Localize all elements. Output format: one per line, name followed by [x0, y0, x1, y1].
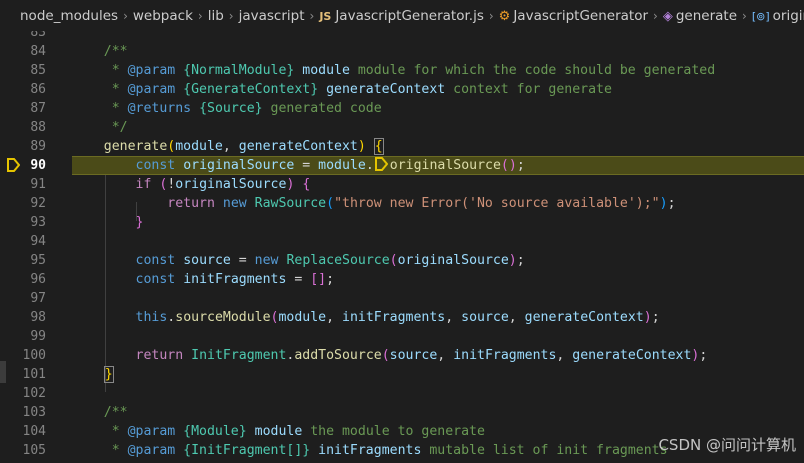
line-number: 90: [30, 158, 46, 173]
code-line[interactable]: 95 const source = new ReplaceSource(orig…: [0, 251, 804, 270]
line-number: 105: [22, 443, 46, 458]
code-line-current[interactable]: 90 const originalSource = module. origina…: [0, 156, 804, 175]
code-line[interactable]: 92 return new RawSource("throw new Error…: [0, 194, 804, 213]
breadcrumb-item-javascript[interactable]: javascript: [239, 8, 305, 24]
line-number: 99: [30, 329, 46, 344]
code-text: * @param {Module} module the module to g…: [72, 424, 485, 439]
code-line[interactable]: 93 }: [0, 213, 804, 232]
line-number: 85: [30, 63, 46, 78]
code-line[interactable]: 83: [0, 31, 804, 42]
line-number: 100: [22, 348, 46, 363]
chevron-right-icon: ›: [742, 9, 747, 23]
code-text: */: [72, 120, 128, 135]
breadcrumb-method-label: generate: [675, 8, 738, 24]
code-text: const initFragments = [];: [135, 272, 335, 287]
chevron-right-icon: ›: [197, 9, 203, 23]
code-text: * @returns {Source} generated code: [72, 101, 382, 116]
code-line[interactable]: 91 if (!originalSource) {: [0, 175, 804, 194]
breadcrumb-item-class[interactable]: ⚙ JavascriptGenerator: [499, 8, 648, 24]
code-line[interactable]: 85 * @param {NormalModule} module module…: [0, 61, 804, 80]
method-symbol-icon: ◈: [662, 9, 673, 24]
code-text: * @param {NormalModule} module module fo…: [72, 63, 716, 78]
variable-symbol-icon: [⊚]: [751, 10, 770, 23]
code-line[interactable]: 103 /**: [0, 403, 804, 422]
code-line[interactable]: 88 */: [0, 118, 804, 137]
code-line[interactable]: 94: [0, 232, 804, 251]
code-text: * @param {GenerateContext} generateConte…: [72, 82, 612, 97]
line-number: 87: [30, 101, 46, 116]
code-editor[interactable]: 83 84 /** 85 * @param {NormalModule} mod…: [0, 31, 804, 463]
code-text: }: [103, 366, 114, 383]
chevron-right-icon: ›: [309, 9, 315, 23]
code-text: * @param {InitFragment[]} initFragments …: [72, 443, 668, 458]
breadcrumb-item-lib[interactable]: lib: [208, 8, 224, 24]
breadcrumb-item-method[interactable]: ◈ generate: [663, 8, 737, 24]
code-text: const originalSource = module. originalSo…: [135, 157, 525, 173]
code-text: /**: [72, 405, 128, 420]
line-number: 97: [30, 291, 46, 306]
code-text: this.sourceModule(module, initFragments,…: [135, 310, 660, 325]
class-symbol-icon: ⚙: [498, 9, 511, 24]
line-number: 96: [30, 272, 46, 287]
breadcrumb-file-label: JavascriptGenerator.js: [335, 8, 484, 24]
line-number: 101: [22, 367, 46, 382]
js-file-icon: JS: [319, 10, 332, 23]
breadcrumb-item-file[interactable]: JS JavascriptGenerator.js: [319, 8, 484, 24]
chevron-right-icon: ›: [653, 9, 658, 23]
line-number: 94: [30, 234, 46, 249]
line-number: 95: [30, 253, 46, 268]
code-line[interactable]: 99: [0, 327, 804, 346]
code-line[interactable]: 100 return InitFragment.addToSource(sour…: [0, 346, 804, 365]
code-line[interactable]: 84 /**: [0, 42, 804, 61]
code-line[interactable]: 97: [0, 289, 804, 308]
code-line[interactable]: 86 * @param {GenerateContext} generateCo…: [0, 80, 804, 99]
line-number: 103: [22, 405, 46, 420]
line-number: 88: [30, 120, 46, 135]
code-line[interactable]: 87 * @returns {Source} generated code: [0, 99, 804, 118]
line-number: 92: [30, 196, 46, 211]
line-number: 104: [22, 424, 46, 439]
line-number: 91: [30, 177, 46, 192]
chevron-right-icon: ›: [488, 9, 494, 23]
breadcrumb-class-label: JavascriptGenerator: [513, 8, 649, 24]
code-line[interactable]: 96 const initFragments = [];: [0, 270, 804, 289]
code-text: const source = new ReplaceSource(origina…: [135, 253, 525, 268]
breadcrumb-item-variable[interactable]: [⊚]originalSource: [752, 8, 804, 24]
line-number: 93: [30, 215, 46, 230]
code-text: }: [135, 215, 144, 230]
chevron-right-icon: ›: [228, 9, 234, 23]
chevron-right-icon: ›: [123, 9, 128, 23]
code-text: return new RawSource("throw new Error('N…: [167, 196, 676, 211]
breadcrumb-item-webpack[interactable]: webpack: [133, 8, 193, 24]
code-line[interactable]: 98 this.sourceModule(module, initFragmen…: [0, 308, 804, 327]
inline-breakpoint-icon[interactable]: [374, 157, 388, 171]
code-text: /**: [72, 44, 128, 59]
watermark: CSDN @问问计算机: [658, 436, 796, 454]
line-number: 102: [22, 386, 46, 401]
code-line[interactable]: 102: [0, 384, 804, 403]
line-number: 86: [30, 82, 46, 97]
line-number: 98: [30, 310, 46, 325]
line-number: 83: [30, 31, 46, 40]
code-line[interactable]: 101 }: [0, 365, 804, 384]
code-text: generate(module, generateContext) {: [72, 138, 384, 155]
breadcrumb: node_modules › webpack › lib › javascrip…: [0, 0, 804, 32]
code-line[interactable]: 89 generate(module, generateContext) {: [0, 137, 804, 156]
line-number: 84: [30, 44, 46, 59]
breadcrumb-variable-label: originalSource: [772, 8, 804, 24]
code-text: return InitFragment.addToSource(source, …: [135, 348, 708, 363]
code-text: if (!originalSource) {: [135, 177, 311, 192]
line-number: 89: [30, 139, 46, 154]
breadcrumb-item-node-modules[interactable]: node_modules: [20, 8, 118, 24]
